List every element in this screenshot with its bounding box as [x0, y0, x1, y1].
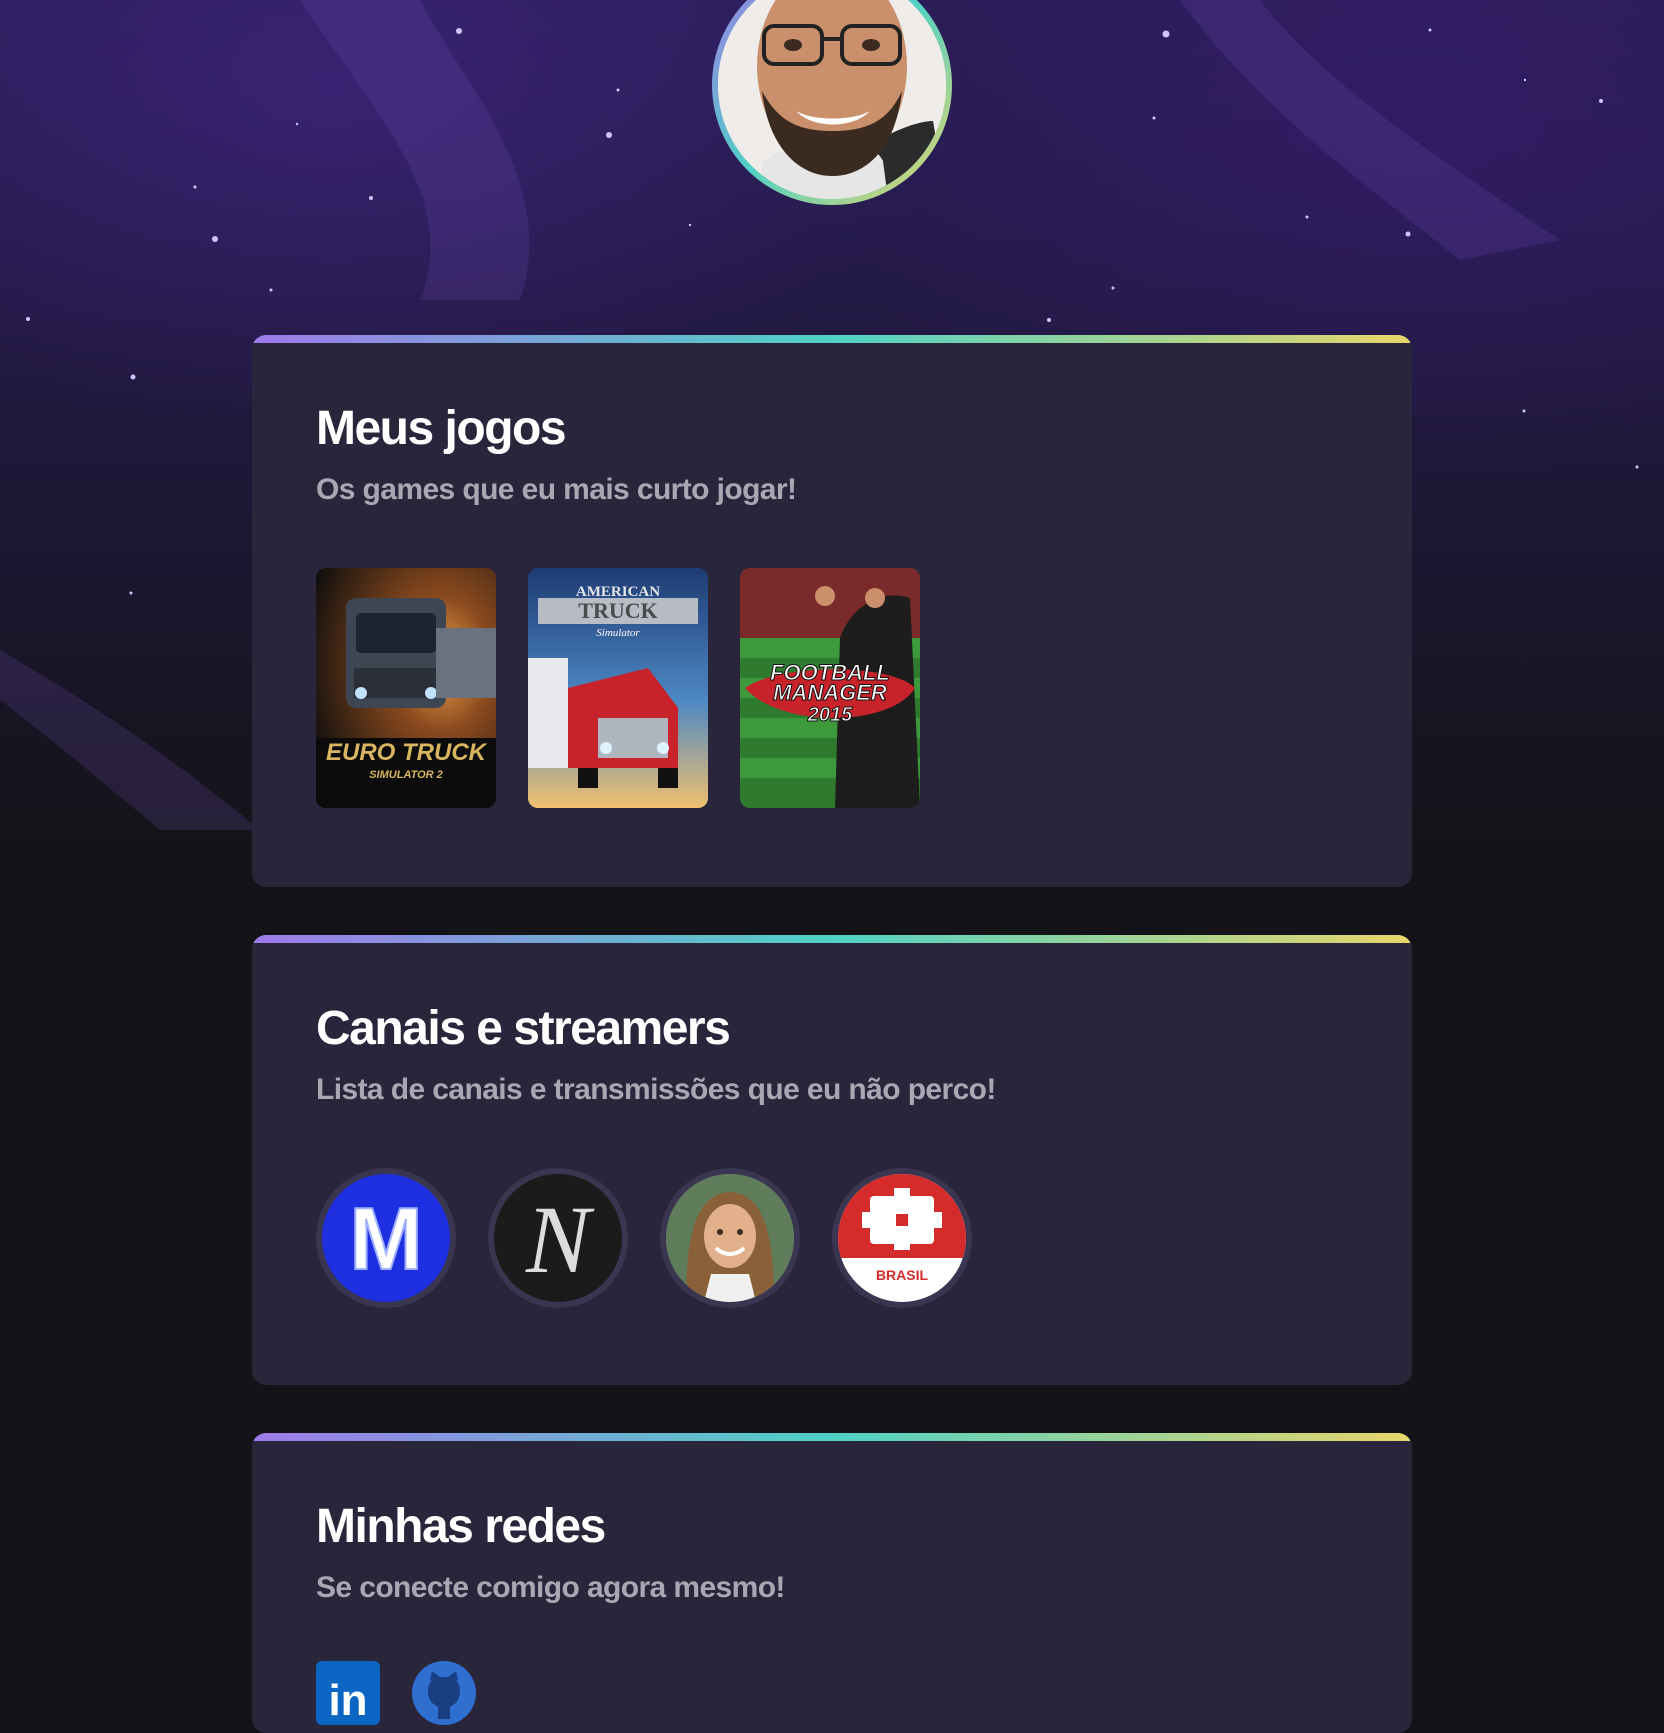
ign-logo-icon: BRASIL	[838, 1174, 966, 1283]
channels-subtitle: Lista de canais e transmissões que eu nã…	[316, 1073, 996, 1106]
games-card: Meus jogos Os games que eu mais curto jo…	[252, 335, 1412, 887]
channels-card: Canais e streamers Lista de canais e tra…	[252, 935, 1412, 1385]
games-title: Meus jogos	[316, 402, 567, 455]
ign-brasil-label: BRASIL	[876, 1267, 929, 1283]
game-cover-football-manager[interactable]: FOOTBALL MANAGER 2015	[740, 568, 920, 808]
linkedin-icon: in	[316, 1661, 380, 1725]
channels-title: Canais e streamers	[316, 1002, 731, 1055]
channel-avatar-m[interactable]: M	[316, 1168, 456, 1308]
channel-m-letter: M	[349, 1189, 422, 1288]
channel-n-letter: N	[525, 1186, 595, 1293]
networks-subtitle: Se conecte comigo agora mesmo!	[316, 1571, 785, 1604]
euro-truck-logo: EURO TRUCK	[326, 739, 488, 766]
fm-logo-year: 2015	[807, 704, 853, 726]
fm-logo-line2: MANAGER	[773, 680, 887, 705]
game-cover-american-truck[interactable]: AMERICAN TRUCK Simulator	[528, 568, 708, 808]
channel-avatar-ign-brasil[interactable]: BRASIL	[832, 1168, 972, 1308]
linkedin-link[interactable]: in	[316, 1661, 380, 1725]
github-icon	[412, 1661, 476, 1725]
channel-avatar-n[interactable]: N	[488, 1168, 628, 1308]
profile-photo	[718, 0, 946, 199]
games-subtitle: Os games que eu mais curto jogar!	[316, 473, 797, 506]
euro-truck-logo-sub: SIMULATOR 2	[369, 769, 443, 781]
networks-card: Minhas redes Se conecte comigo agora mes…	[252, 1433, 1412, 1733]
networks-title: Minhas redes	[316, 1500, 606, 1553]
streamer-photo-icon	[666, 1174, 794, 1302]
ats-logo-line2: TRUCK	[578, 598, 657, 623]
ats-logo-line3: Simulator	[596, 627, 640, 639]
linkedin-label: in	[328, 1676, 367, 1725]
game-cover-euro-truck[interactable]: EURO TRUCK SIMULATOR 2	[316, 568, 496, 808]
github-link[interactable]	[412, 1661, 476, 1725]
channel-avatar-streamer[interactable]	[660, 1168, 800, 1308]
